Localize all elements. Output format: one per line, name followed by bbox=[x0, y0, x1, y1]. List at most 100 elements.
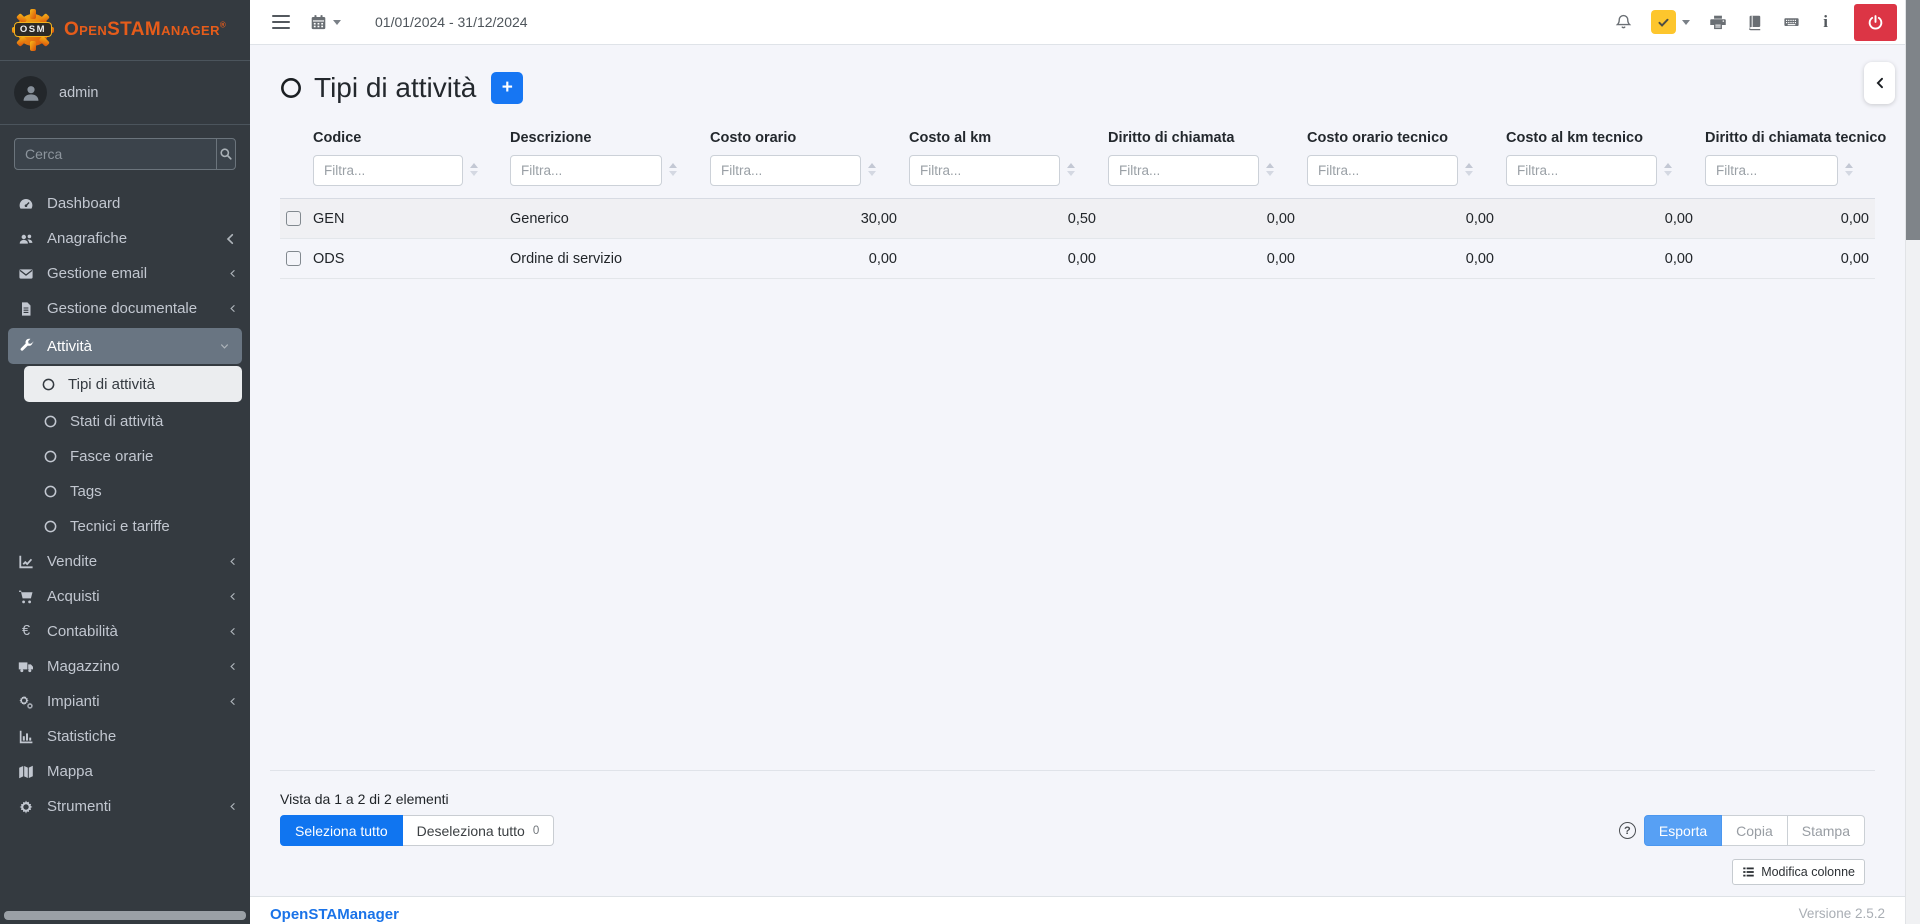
sidebar-item-mappa[interactable]: Mappa bbox=[0, 754, 250, 789]
footer-brand-link[interactable]: OpenSTAManager bbox=[270, 906, 399, 923]
sidebar-search bbox=[0, 125, 250, 178]
export-button[interactable]: Esporta bbox=[1644, 815, 1722, 846]
sort-icon[interactable] bbox=[868, 163, 876, 176]
sidebar-item-vendite[interactable]: Vendite bbox=[0, 544, 250, 579]
sidebar-item-anagrafiche[interactable]: Anagrafiche bbox=[0, 221, 250, 256]
circle-icon bbox=[40, 520, 60, 533]
sidebar-subitem-fasce-orarie[interactable]: Fasce orarie bbox=[0, 439, 250, 474]
caret-down-icon bbox=[333, 20, 341, 25]
sidebar-item-gestione-email[interactable]: Gestione email bbox=[0, 256, 250, 291]
sidebar-subitem-stati-di-attivita[interactable]: Stati di attività bbox=[0, 404, 250, 439]
sidebar-subitem-label: Tipi di attività bbox=[68, 376, 155, 393]
print-button[interactable]: Stampa bbox=[1788, 815, 1865, 846]
cell-costo-al-km: 0,50 bbox=[903, 199, 1102, 239]
sidebar-item-dashboard[interactable]: Dashboard bbox=[0, 186, 250, 221]
vertical-scrollbar bbox=[1905, 0, 1920, 924]
column-header-costo-al-km: Costo al km bbox=[903, 124, 1102, 199]
sidebar: OSM OpenSTAManager® admin bbox=[0, 0, 250, 924]
sidebar-item-label: Contabilità bbox=[47, 623, 118, 640]
sidebar-item-impianti[interactable]: Impianti bbox=[0, 684, 250, 719]
sidebar-subitem-tipi-di-attivita[interactable]: Tipi di attività bbox=[24, 366, 242, 402]
sidebar-item-attivita[interactable]: Attività bbox=[8, 328, 242, 364]
sidebar-item-label: Gestione documentale bbox=[47, 300, 197, 317]
brand-name: OpenSTAManager® bbox=[64, 19, 226, 41]
filter-input-costo-orario-tecnico[interactable] bbox=[1307, 155, 1458, 186]
map-icon bbox=[14, 764, 38, 780]
filter-input-codice[interactable] bbox=[313, 155, 463, 186]
date-range-label[interactable]: 01/01/2024 - 31/12/2024 bbox=[375, 14, 528, 30]
row-checkbox[interactable] bbox=[286, 251, 301, 266]
sidebar-item-label: Vendite bbox=[47, 553, 97, 570]
sidebar-subitem-tecnici-e-tariffe[interactable]: Tecnici e tariffe bbox=[0, 509, 250, 544]
list-icon bbox=[1742, 866, 1755, 878]
sort-icon[interactable] bbox=[669, 163, 677, 176]
hamburger-menu-icon[interactable] bbox=[272, 15, 290, 29]
bar-chart-icon bbox=[14, 729, 38, 745]
select-all-button[interactable]: Seleziona tutto bbox=[280, 815, 403, 846]
filter-input-costo-al-km-tecnico[interactable] bbox=[1506, 155, 1657, 186]
search-input[interactable] bbox=[15, 139, 216, 169]
chevron-left-icon bbox=[227, 696, 238, 707]
sort-icon[interactable] bbox=[1465, 163, 1473, 176]
filter-input-diritto-di-chiamata[interactable] bbox=[1108, 155, 1259, 186]
cell-costo-al-km-tecnico: 0,00 bbox=[1500, 199, 1699, 239]
sidebar-subitem-label: Tags bbox=[70, 483, 102, 500]
osm-gear-icon: OSM bbox=[10, 7, 56, 53]
tasks-toggle[interactable] bbox=[1651, 10, 1690, 34]
sidebar-item-label: Anagrafiche bbox=[47, 230, 127, 247]
keyboard-shortcuts-icon[interactable] bbox=[1782, 14, 1801, 30]
sort-icon[interactable] bbox=[1067, 163, 1075, 176]
circle-icon bbox=[38, 378, 58, 391]
table-row[interactable]: ODS Ordine di servizio 0,00 0,00 0,00 0,… bbox=[280, 239, 1875, 279]
sidebar-item-label: Strumenti bbox=[47, 798, 111, 815]
calendar-picker[interactable] bbox=[310, 14, 341, 31]
cell-diritto-di-chiamata-tecnico: 0,00 bbox=[1699, 239, 1875, 279]
user-panel[interactable]: admin bbox=[0, 61, 250, 125]
brand-logo[interactable]: OSM OpenSTAManager® bbox=[0, 0, 250, 61]
chevron-left-icon bbox=[1873, 76, 1887, 90]
table-row[interactable]: GEN Generico 30,00 0,50 0,00 0,00 0,00 0… bbox=[280, 199, 1875, 239]
sort-icon[interactable] bbox=[1266, 163, 1274, 176]
filter-input-costo-orario[interactable] bbox=[710, 155, 861, 186]
chevron-left-icon bbox=[222, 231, 238, 247]
sidebar-item-statistiche[interactable]: Statistiche bbox=[0, 719, 250, 754]
cell-descrizione: Generico bbox=[504, 199, 704, 239]
scrollbar-thumb[interactable] bbox=[1906, 0, 1920, 240]
deselect-all-button[interactable]: Deseleziona tutto 0 bbox=[403, 815, 555, 846]
sidebar-item-contabilita[interactable]: € Contabilità bbox=[0, 614, 250, 649]
add-record-button[interactable]: + bbox=[491, 72, 523, 104]
filter-input-diritto-di-chiamata-tecnico[interactable] bbox=[1705, 155, 1838, 186]
notifications-bell-icon[interactable] bbox=[1615, 13, 1632, 31]
print-icon[interactable] bbox=[1709, 14, 1727, 31]
sort-icon[interactable] bbox=[1845, 163, 1853, 176]
page-header: Tipi di attività + bbox=[280, 72, 1875, 104]
docs-book-icon[interactable] bbox=[1746, 14, 1763, 31]
sidebar-item-strumenti[interactable]: Strumenti bbox=[0, 789, 250, 824]
sidebar-item-label: Gestione email bbox=[47, 265, 147, 282]
sidebar-item-gestione-documentale[interactable]: Gestione documentale bbox=[0, 291, 250, 326]
sidebar-item-label: Attività bbox=[47, 338, 92, 355]
filter-input-costo-al-km[interactable] bbox=[909, 155, 1060, 186]
copy-button[interactable]: Copia bbox=[1722, 815, 1788, 846]
sort-icon[interactable] bbox=[1664, 163, 1672, 176]
sidebar-subitem-label: Fasce orarie bbox=[70, 448, 153, 465]
search-icon bbox=[218, 146, 234, 162]
filter-input-descrizione[interactable] bbox=[510, 155, 662, 186]
sidebar-item-acquisti[interactable]: Acquisti bbox=[0, 579, 250, 614]
edit-columns-button[interactable]: Modifica colonne bbox=[1732, 859, 1865, 885]
sidebar-horizontal-scrollbar[interactable] bbox=[4, 911, 246, 920]
search-button[interactable] bbox=[216, 139, 235, 169]
logout-power-button[interactable] bbox=[1854, 4, 1897, 41]
row-checkbox[interactable] bbox=[286, 211, 301, 226]
circle-icon bbox=[40, 415, 60, 428]
collapse-panel-button[interactable] bbox=[1864, 62, 1895, 104]
sidebar-subitem-tags[interactable]: Tags bbox=[0, 474, 250, 509]
circle-icon bbox=[40, 485, 60, 498]
sort-icon[interactable] bbox=[470, 163, 478, 176]
chevron-down-icon bbox=[219, 341, 230, 352]
topbar-actions: i bbox=[1615, 4, 1897, 41]
sidebar-item-magazzino[interactable]: Magazzino bbox=[0, 649, 250, 684]
help-icon[interactable]: ? bbox=[1619, 822, 1636, 839]
info-icon[interactable]: i bbox=[1820, 12, 1831, 32]
chevron-left-icon bbox=[227, 661, 238, 672]
